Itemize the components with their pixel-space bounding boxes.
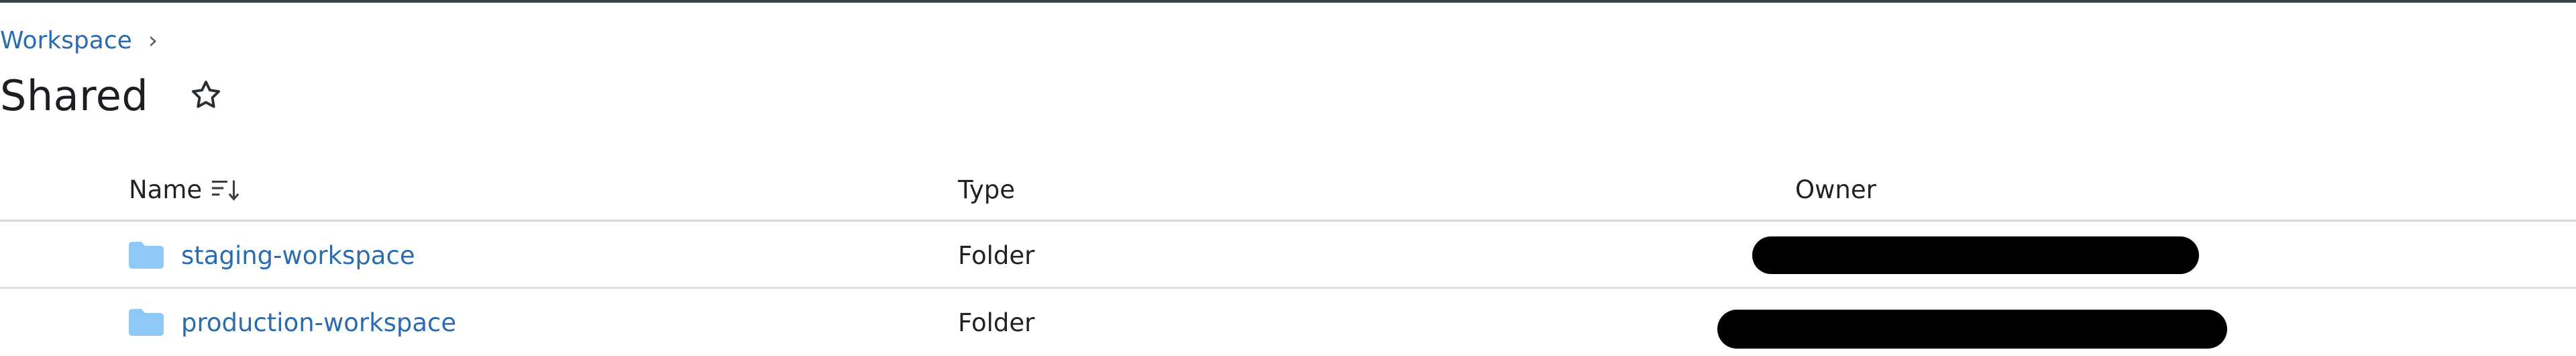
item-name-link[interactable]: production-workspace — [181, 308, 456, 337]
name-cell: staging-workspace — [129, 222, 415, 289]
folder-icon — [129, 309, 164, 336]
name-cell: production-workspace — [129, 289, 456, 356]
title-row: Shared — [0, 67, 227, 124]
page-title: Shared — [0, 71, 149, 120]
breadcrumb-workspace-link[interactable]: Workspace — [0, 27, 132, 54]
owner-cell — [1717, 222, 2199, 289]
star-outline-icon — [192, 81, 221, 108]
owner-redaction — [1752, 236, 2199, 274]
column-header-owner-label: Owner — [1795, 175, 1876, 204]
column-header-name[interactable]: Name — [129, 160, 244, 219]
type-cell: Folder — [958, 308, 1035, 337]
sort-descending-icon[interactable] — [209, 173, 244, 206]
item-name-link[interactable]: staging-workspace — [181, 241, 415, 270]
folder-icon — [129, 242, 164, 269]
breadcrumb-separator: › — [148, 26, 158, 54]
column-header-name-label: Name — [129, 175, 203, 204]
table-header: Name Type Owner — [0, 160, 2576, 222]
breadcrumb: Workspace › — [0, 24, 158, 56]
sort-lines-icon — [212, 180, 239, 201]
favorite-star-button[interactable] — [184, 74, 227, 117]
type-cell: Folder — [958, 240, 1035, 270]
owner-redaction — [1717, 310, 2227, 349]
column-header-type[interactable]: Type — [958, 160, 1015, 219]
table-row[interactable]: production-workspace Folder — [0, 289, 2576, 356]
column-header-owner[interactable]: Owner — [1795, 160, 1876, 219]
top-border — [0, 0, 2576, 3]
table-row[interactable]: staging-workspace Folder — [0, 222, 2576, 289]
column-header-type-label: Type — [958, 175, 1015, 204]
owner-cell — [1717, 289, 2227, 356]
